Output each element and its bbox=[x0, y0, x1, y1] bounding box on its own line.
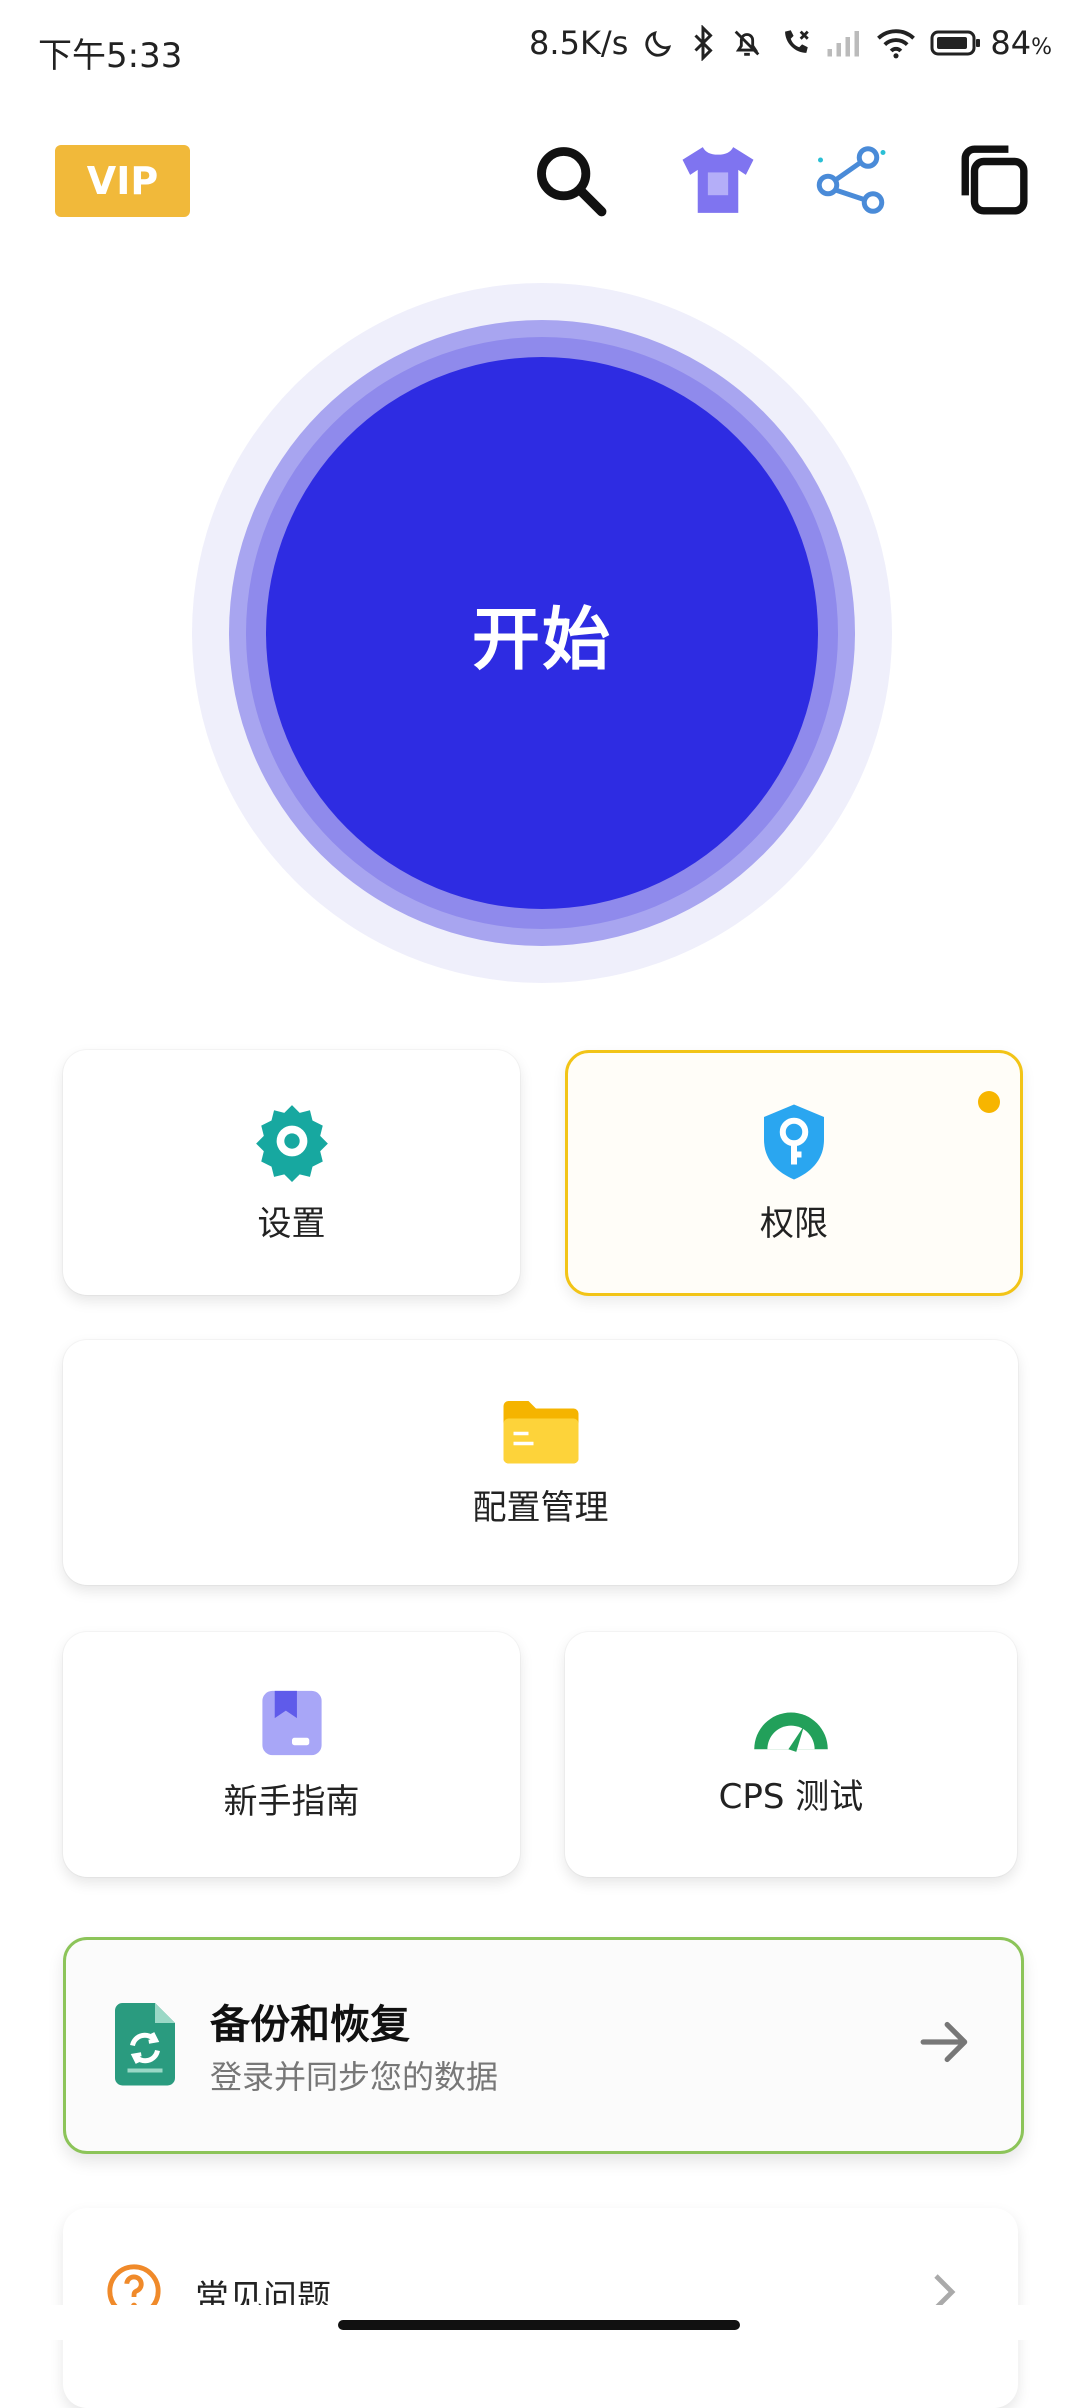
mute-bell-icon bbox=[735, 30, 760, 56]
wifi-icon bbox=[877, 29, 916, 59]
shield-key-icon bbox=[764, 1104, 824, 1179]
config-management-label: 配置管理 bbox=[472, 1488, 609, 1528]
folder-icon bbox=[503, 1401, 578, 1464]
moon-icon bbox=[645, 30, 672, 57]
signal-icon bbox=[827, 31, 860, 57]
search-button[interactable] bbox=[525, 135, 615, 225]
start-button-label: 开始 bbox=[471, 600, 612, 680]
permission-badge-dot bbox=[978, 1091, 1000, 1113]
cps-test-card[interactable]: CPS 测试 bbox=[565, 1632, 1017, 1877]
vip-button[interactable]: VIP bbox=[55, 145, 190, 217]
status-icons: 8.5K/s 84% bbox=[529, 24, 1052, 62]
config-management-card[interactable]: 配置管理 bbox=[63, 1340, 1018, 1585]
share-icon bbox=[816, 146, 886, 214]
battery-icon bbox=[930, 30, 981, 56]
multi-window-icon bbox=[961, 145, 1028, 215]
permissions-label: 权限 bbox=[760, 1203, 828, 1244]
guide-label: 新手指南 bbox=[223, 1782, 360, 1822]
home-indicator[interactable] bbox=[338, 2320, 740, 2330]
guide-card[interactable]: 新手指南 bbox=[63, 1632, 520, 1877]
network-speed: 8.5K/s bbox=[529, 24, 629, 62]
arrow-right-icon bbox=[920, 2021, 968, 2063]
backup-title: 备份和恢复 bbox=[210, 2002, 410, 2048]
call-blocked-icon bbox=[785, 30, 810, 53]
battery-indicator: 84% bbox=[930, 24, 1052, 62]
multi-window-button[interactable] bbox=[948, 135, 1038, 225]
sync-document-icon-wrap bbox=[110, 2000, 180, 2090]
cps-test-label: CPS 测试 bbox=[718, 1777, 864, 1817]
status-time: 下午5:33 bbox=[38, 36, 183, 76]
sync-document-icon bbox=[115, 2003, 175, 2086]
settings-label: 设置 bbox=[257, 1204, 326, 1244]
bluetooth-icon bbox=[694, 25, 713, 61]
settings-card[interactable]: 设置 bbox=[63, 1050, 520, 1295]
start-button[interactable]: 开始 bbox=[266, 357, 818, 909]
battery-level: 84 bbox=[990, 24, 1032, 62]
book-icon bbox=[261, 1690, 322, 1756]
backup-restore-card[interactable] bbox=[63, 1937, 1024, 2154]
permissions-card[interactable]: 权限 bbox=[565, 1050, 1023, 1296]
search-icon bbox=[537, 147, 607, 217]
speedometer-icon bbox=[754, 1712, 828, 1752]
backup-subtitle: 登录并同步您的数据 bbox=[210, 2058, 499, 2096]
battery-unit: % bbox=[1031, 35, 1052, 60]
backup-arrow-button[interactable] bbox=[918, 2018, 972, 2070]
theme-shirt-icon bbox=[682, 147, 754, 213]
share-button[interactable] bbox=[808, 135, 898, 225]
theme-button[interactable] bbox=[673, 135, 763, 225]
gear-icon bbox=[255, 1105, 328, 1182]
